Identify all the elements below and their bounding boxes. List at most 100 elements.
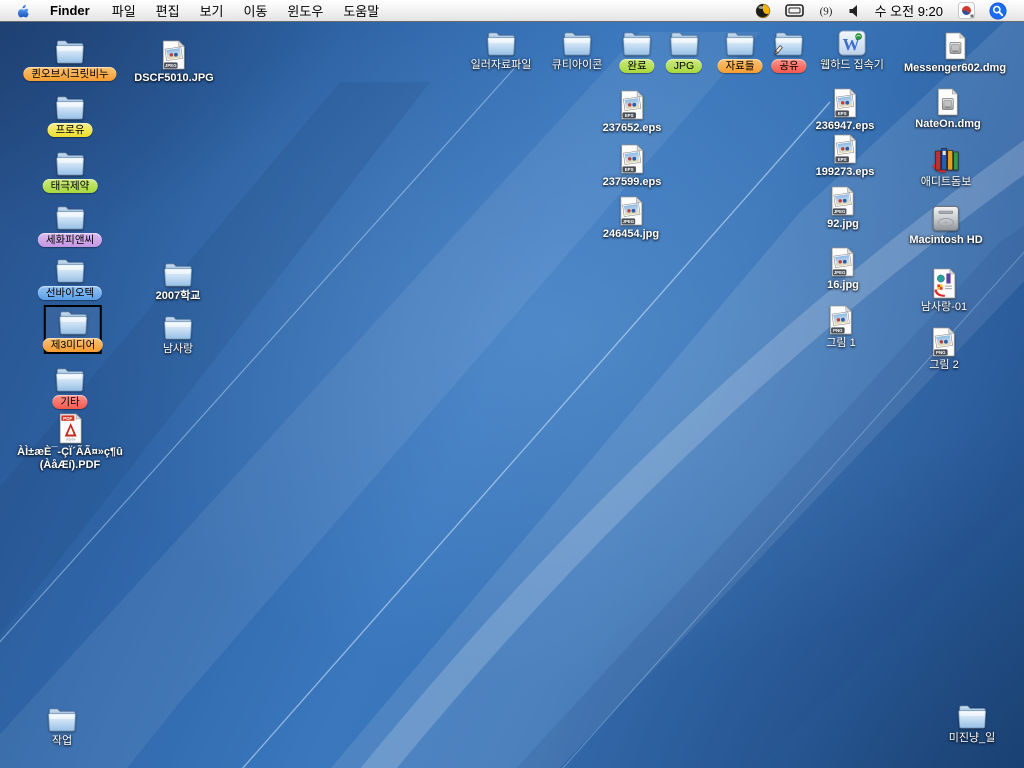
menubar-menus: Finder파일편집보기이동윈도우도움말 (0, 0, 389, 21)
desktop-icon[interactable]: NateOn.dmg (915, 88, 980, 131)
icon-label: ÀÌ±æÈ¯-ÇÏ´ÃÃ¤»ç¶û (17, 446, 123, 459)
svg-text:JPEG: JPEG (622, 219, 634, 224)
pdf-document-icon: PDF Adobe (57, 413, 83, 444)
icon-label: 기타 (52, 395, 87, 409)
icon-label: 작업 (52, 735, 72, 748)
icon-label: 남사랑-01 (921, 301, 967, 314)
desktop-icon[interactable]: 선바이오텍 (38, 257, 102, 300)
disk-image-document-icon (943, 32, 966, 60)
apple-menu-icon[interactable] (0, 0, 38, 21)
desktop-icon[interactable]: 태극제약 (43, 150, 98, 193)
menu-item[interactable]: 파일 (102, 0, 146, 21)
icon-label: 태극제약 (43, 179, 98, 193)
icon-label: 2007학교 (156, 290, 201, 303)
desktop-icon[interactable]: 2007학교 (156, 261, 201, 303)
volume-icon[interactable] (841, 0, 867, 21)
icon-label: 그림 2 (929, 359, 958, 372)
desktop-icon[interactable]: 자료들 (718, 30, 763, 73)
desktop-icon[interactable]: PDF Adobe ÀÌ±æÈ¯-ÇÏ´ÃÃ¤»ç¶û(ÀåÆí).PDF (17, 413, 123, 472)
desktop-icon[interactable]: 공유 (771, 30, 806, 73)
classic-9-icon[interactable]: (9) (811, 0, 841, 21)
svg-text:Adobe: Adobe (66, 438, 76, 442)
desktop-icon[interactable]: EPS 199273.eps (816, 134, 875, 179)
desktop-icon[interactable]: JPEG 16.jpg (827, 247, 859, 292)
desktop-icon[interactable]: 프로유 (48, 94, 93, 137)
desktop-icon[interactable]: 제3미디어 (43, 309, 103, 352)
menu-item[interactable]: 윈도우 (277, 0, 333, 21)
icon-label: Messenger602.dmg (904, 62, 1006, 75)
desktop-icon[interactable]: JPEG 246454.jpg (603, 196, 659, 241)
desktop-icon[interactable]: EPS 237652.eps (603, 90, 662, 135)
desktop-icon[interactable]: 일러자료파일 (471, 30, 532, 72)
desktop-icon[interactable]: JPEG 92.jpg (827, 186, 859, 231)
menu-item[interactable]: 보기 (190, 0, 234, 21)
desktop-icon[interactable]: Messenger602.dmg (904, 32, 1006, 75)
input-source-korean-flag-icon[interactable] (951, 0, 982, 21)
svg-text:EPS: EPS (838, 111, 847, 116)
icon-label: 남사랑 (163, 343, 193, 356)
svg-text:EPS: EPS (625, 113, 634, 118)
svg-text:JPEG: JPEG (165, 63, 177, 68)
image-document-icon: EPS (833, 88, 858, 118)
menu-item[interactable]: 이동 (234, 0, 278, 21)
folder-icon (53, 366, 86, 393)
folder-icon (162, 261, 195, 288)
folder-icon (54, 257, 87, 284)
desktop-icon[interactable]: 작업 (46, 706, 79, 748)
icon-label: 237652.eps (603, 122, 662, 135)
icon-label: 퀸오브시크릿비누 (23, 67, 116, 81)
spotlight-icon[interactable] (982, 0, 1014, 21)
icon-label: 자료들 (718, 59, 763, 73)
folder-icon (955, 703, 988, 730)
icon-label: 큐티아이콘 (552, 59, 603, 72)
desktop-icon[interactable]: PNG 그림 2 (929, 327, 958, 372)
icon-label: 246454.jpg (603, 228, 659, 241)
folder-icon (723, 30, 756, 57)
desktop-icon[interactable]: 기타 (52, 366, 87, 409)
folder-icon (560, 30, 593, 57)
webhard-app-icon: W (837, 29, 867, 57)
desktop-icon[interactable]: EPS 236947.eps (816, 88, 875, 133)
icon-label: DSCF5010.JPG (134, 72, 213, 85)
folder-icon (162, 314, 195, 341)
shared-folder-pencil-icon (772, 30, 805, 57)
icon-label: 웹하드 집속기 (820, 59, 884, 72)
menu-item[interactable]: 편집 (146, 0, 190, 21)
icon-label: 선바이오텍 (38, 286, 102, 300)
icon-label: 프로유 (48, 123, 93, 137)
desktop-icon[interactable]: 남사랑 (162, 314, 195, 356)
desktop-icon[interactable]: Macintosh HD (909, 205, 982, 247)
folder-icon (53, 150, 86, 177)
menu-item[interactable]: 도움말 (333, 0, 389, 21)
desktop-icon[interactable]: 큐티아이콘 (552, 30, 603, 72)
desktop-icon[interactable]: EPS 237599.eps (603, 144, 662, 189)
folder-icon (667, 30, 700, 57)
books-app-icon (931, 145, 961, 174)
image-document-icon: PNG (828, 305, 853, 335)
illustrator-document-icon (931, 268, 957, 299)
icon-label: 236947.eps (816, 120, 875, 133)
svg-text:JPEG: JPEG (834, 209, 846, 214)
desktop-icon[interactable]: PNG 그림 1 (826, 305, 855, 350)
svg-text:PDF: PDF (63, 416, 72, 421)
desktop-icon[interactable]: 남사랑-01 (921, 268, 967, 314)
desktop-icon[interactable]: 퀸오브시크릿비누 (23, 38, 116, 81)
desktop-icon[interactable]: JPG (666, 30, 702, 73)
desktop-icon[interactable]: W 웹하드 집속기 (820, 29, 884, 72)
sphere-icon[interactable] (748, 0, 778, 21)
svg-text:PNG: PNG (833, 328, 843, 333)
icon-label: 완료 (619, 59, 654, 73)
folder-icon (484, 30, 517, 57)
icon-label: 공유 (771, 59, 806, 73)
icon-label: 일러자료파일 (471, 59, 532, 72)
desktop-icon[interactable]: JPEG DSCF5010.JPG (134, 40, 213, 85)
menu-finder[interactable]: Finder (38, 0, 102, 21)
desktop-icon[interactable]: 완료 (619, 30, 654, 73)
menubar-clock[interactable]: 수 오전 9:20 (867, 1, 951, 20)
desktop-icon[interactable]: 애디트돔보 (921, 145, 972, 189)
desktop-icon[interactable]: 미진냥_일 (949, 703, 996, 745)
displays-icon[interactable] (778, 0, 811, 21)
svg-text:(9): (9) (819, 6, 832, 18)
image-document-icon: EPS (620, 144, 645, 174)
desktop-icon[interactable]: 세화피앤씨 (38, 204, 102, 247)
